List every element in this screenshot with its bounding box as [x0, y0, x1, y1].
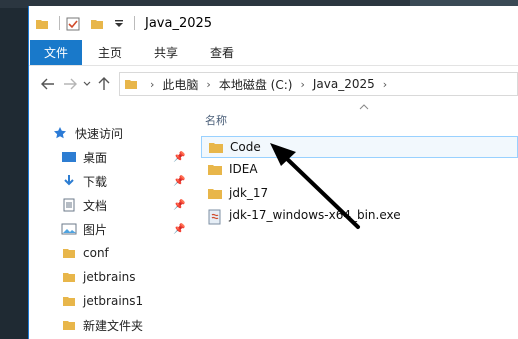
desktop-icon: [61, 150, 77, 164]
navigation-pane: 快速访问 桌面 📌 下载 📌 文档 📌 图片 📌 conf jetbrains …: [29, 102, 189, 339]
folder-icon: [61, 246, 77, 260]
file-row-idea[interactable]: IDEA: [201, 158, 518, 180]
recent-locations-button[interactable]: [81, 73, 93, 95]
breadcrumb-separator: ›: [206, 77, 211, 91]
column-header-name[interactable]: 名称: [205, 112, 227, 128]
sidebar-item-label: 图片: [83, 222, 108, 237]
quick-access-label: 快速访问: [75, 126, 124, 141]
breadcrumb-local-disk[interactable]: 本地磁盘 (C:): [219, 76, 293, 93]
pin-icon[interactable]: 📌: [173, 224, 185, 235]
title-separator: [59, 16, 60, 30]
sidebar-item-label: jetbrains1: [83, 294, 144, 308]
folder-icon: [35, 16, 49, 30]
file-name: Code: [230, 140, 261, 154]
installer-icon: [207, 209, 223, 224]
sidebar-item-label: 新建文件夹: [83, 318, 144, 333]
folder-icon: [124, 78, 138, 90]
sidebar-item-conf[interactable]: conf: [61, 242, 109, 264]
breadcrumb-separator: ›: [300, 77, 305, 91]
folder-icon: [207, 187, 223, 200]
breadcrumb-separator: ›: [382, 77, 388, 91]
file-name: IDEA: [229, 162, 258, 176]
pin-icon[interactable]: 📌: [173, 176, 185, 187]
sidebar-item-jetbrains[interactable]: jetbrains: [61, 266, 136, 288]
pin-icon[interactable]: 📌: [173, 152, 185, 163]
tab-view[interactable]: 查看: [194, 40, 250, 65]
sidebar-item-label: jetbrains: [83, 270, 136, 284]
pictures-icon: [61, 222, 77, 236]
folder-icon: [207, 163, 223, 176]
star-icon: [53, 126, 69, 140]
sidebar-item-label: conf: [83, 246, 109, 260]
file-row-code[interactable]: Code: [201, 136, 518, 158]
sidebar-item-desktop[interactable]: 桌面: [61, 146, 107, 168]
folder-icon: [208, 141, 224, 154]
file-row-jdk-17[interactable]: jdk_17: [201, 182, 518, 204]
file-name: jdk-17_windows-x64_bin.exe: [229, 208, 401, 222]
up-button[interactable]: [93, 73, 115, 95]
content-area: 快速访问 桌面 📌 下载 📌 文档 📌 图片 📌 conf jetbrains …: [29, 102, 518, 339]
window-title: Java_2025: [145, 15, 213, 31]
folder-icon: [61, 270, 77, 284]
sidebar-item-downloads[interactable]: 下载: [61, 170, 107, 192]
quick-access-dropdown-icon[interactable]: [114, 16, 124, 30]
sidebar-item-label: 桌面: [83, 150, 108, 165]
tab-file[interactable]: 文件: [30, 40, 83, 65]
ribbon-tabs: 文件 主页 共享 查看: [29, 40, 518, 66]
chevron-down-icon: [83, 81, 91, 86]
back-button[interactable]: [37, 73, 59, 95]
arrow-right-icon: [64, 78, 77, 90]
breadcrumb-separator: ›: [150, 77, 155, 91]
arrow-up-icon: [98, 77, 110, 90]
breadcrumb-java-2025[interactable]: Java_2025: [313, 77, 375, 91]
breadcrumb-this-pc[interactable]: 此电脑: [162, 76, 198, 93]
file-row-jdk-installer[interactable]: jdk-17_windows-x64_bin.exe: [201, 204, 518, 226]
documents-icon: [61, 198, 77, 212]
tab-share[interactable]: 共享: [138, 40, 194, 65]
file-list: 名称 Code IDEA jdk_17 jdk-17_windows-x64_b…: [199, 102, 518, 339]
new-folder-icon[interactable]: [90, 16, 104, 30]
download-icon: [61, 174, 77, 188]
file-explorer-window: Java_2025 文件 主页 共享 查看 › 此电脑 › 本地磁盘 (C:): [28, 6, 518, 339]
sidebar-item-label: 下载: [83, 174, 108, 189]
title-separator: [134, 16, 135, 30]
navigation-bar: › 此电脑 › 本地磁盘 (C:) › Java_2025 ›: [29, 66, 518, 102]
folder-icon: [61, 318, 77, 332]
folder-icon: [61, 294, 77, 308]
properties-icon[interactable]: [66, 16, 80, 31]
sidebar-item-label: 文档: [83, 198, 108, 213]
title-bar: Java_2025: [29, 6, 518, 40]
sidebar-item-jetbrains1[interactable]: jetbrains1: [61, 290, 143, 312]
arrow-left-icon: [41, 78, 54, 90]
sidebar-item-documents[interactable]: 文档: [61, 194, 107, 216]
sidebar-item-new-folder[interactable]: 新建文件夹: [61, 314, 143, 336]
file-name: jdk_17: [229, 186, 269, 200]
sidebar-item-pictures[interactable]: 图片: [61, 218, 107, 240]
forward-button[interactable]: [59, 73, 81, 95]
tab-home[interactable]: 主页: [82, 40, 138, 65]
pin-icon[interactable]: 📌: [173, 200, 185, 211]
quick-access-item[interactable]: 快速访问: [53, 122, 123, 144]
chevron-up-icon[interactable]: [359, 102, 369, 113]
address-bar[interactable]: › 此电脑 › 本地磁盘 (C:) › Java_2025 ›: [119, 72, 518, 96]
